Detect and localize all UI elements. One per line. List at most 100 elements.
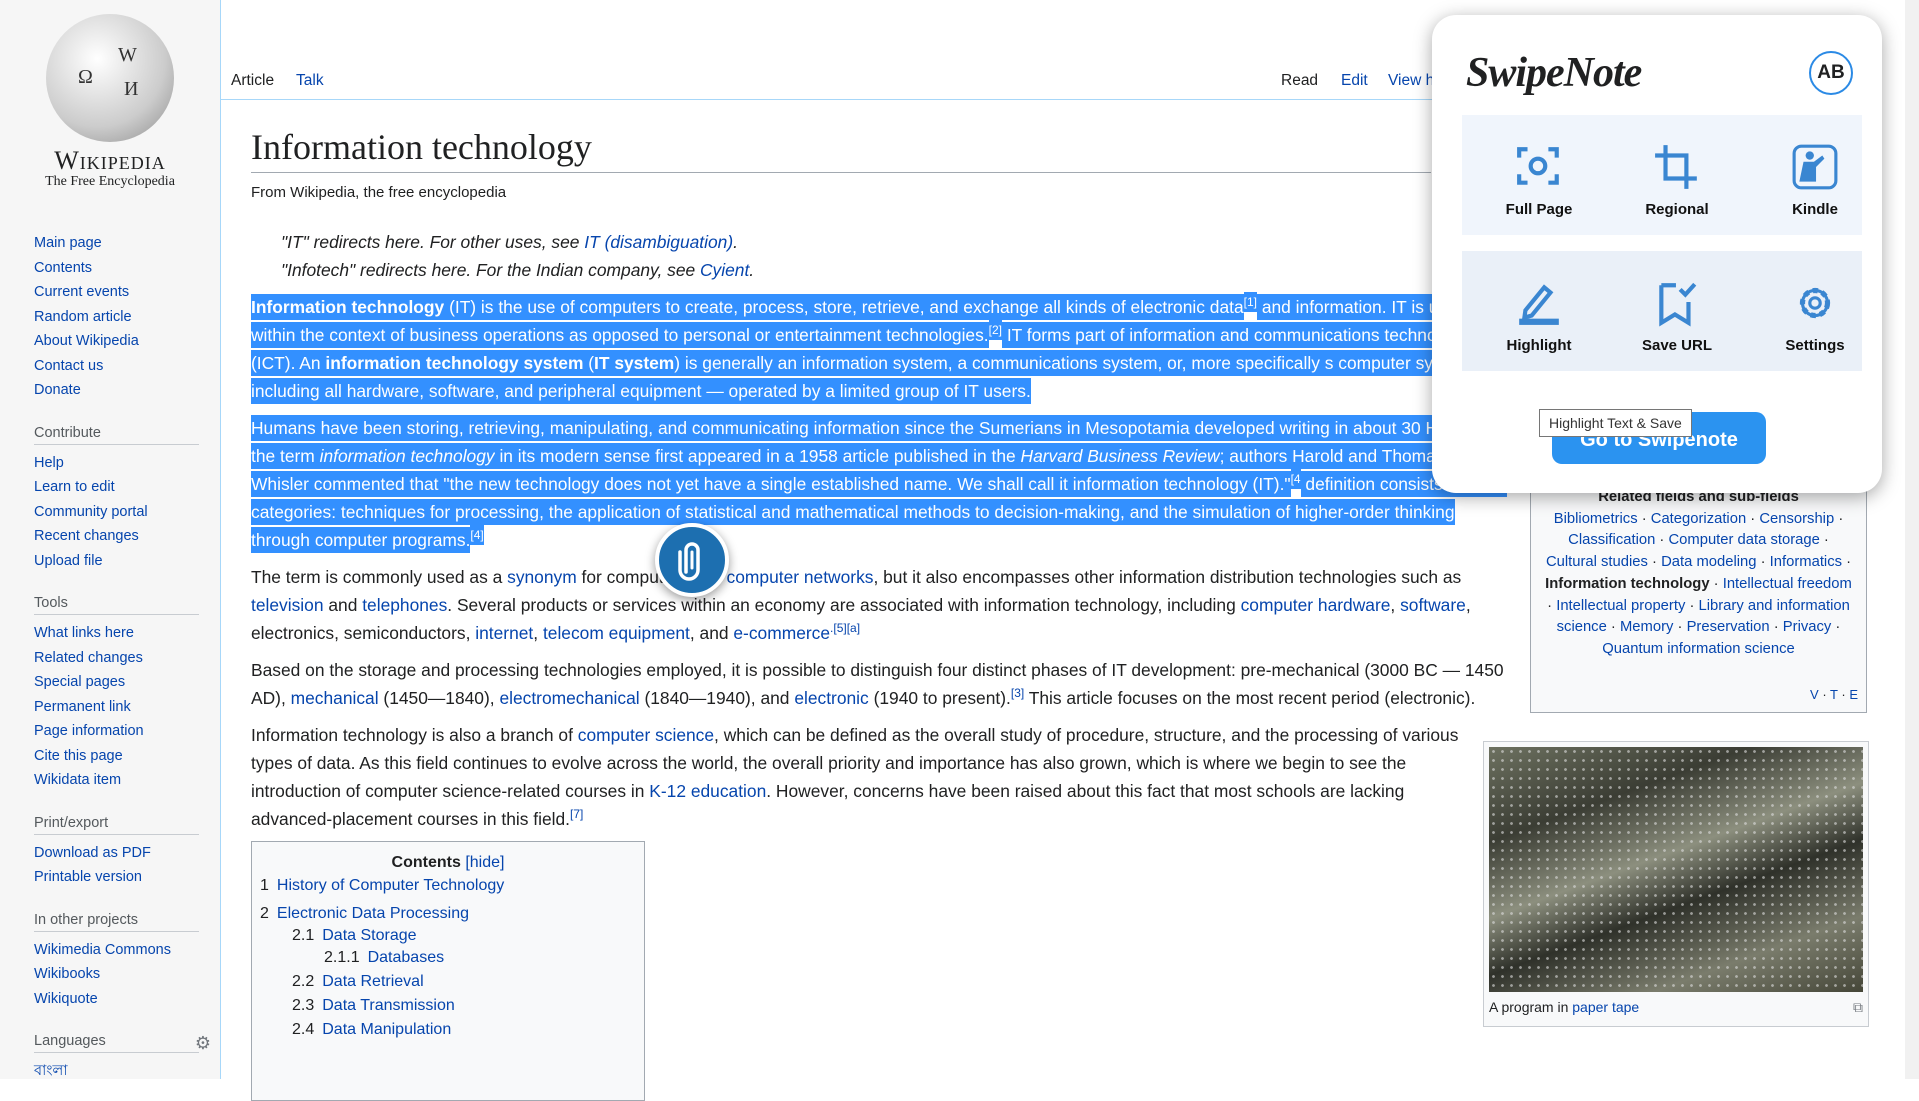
sidebar-link[interactable]: Donate [34, 378, 199, 403]
navbox-link[interactable]: Classification [1568, 532, 1655, 548]
tab-view-history[interactable]: View h [1388, 72, 1434, 90]
talk-link[interactable]: T [1830, 687, 1838, 702]
toc-link[interactable]: Data Transmission [322, 997, 455, 1014]
sidebar-link[interactable]: Related changes [34, 646, 199, 671]
navbox-link[interactable]: Privacy [1783, 619, 1832, 635]
sidebar-link[interactable]: Main page [34, 231, 199, 256]
tab-read[interactable]: Read [1281, 72, 1318, 90]
navbox-link[interactable]: Data modeling [1661, 554, 1756, 570]
citation-link[interactable]: [2] [988, 320, 1002, 341]
sidebar-link[interactable]: Printable version [34, 865, 199, 890]
toc-item[interactable]: 2.2 Data Retrieval [292, 968, 424, 995]
sidebar-link[interactable]: Wikimedia Commons [34, 938, 199, 963]
article-link[interactable]: mechanical [291, 688, 379, 708]
tool-regional-button[interactable]: Regional [1612, 143, 1742, 218]
navbox-link[interactable]: Computer data storage [1668, 532, 1819, 548]
tool-save-url-button[interactable]: Save URL [1612, 279, 1742, 354]
navbox-link[interactable]: Preservation [1687, 619, 1770, 635]
citation-link[interactable]: [4] [470, 525, 484, 546]
sidebar-link[interactable]: Special pages [34, 670, 199, 695]
article-link[interactable]: computer networks [727, 567, 874, 587]
tool-settings-button[interactable]: Settings [1750, 279, 1880, 354]
language-settings-gear-icon[interactable]: ⚙ [195, 1031, 211, 1055]
toc-item[interactable]: 1 History of Computer Technology [260, 872, 504, 899]
sidebar-link[interactable]: Contents [34, 256, 199, 281]
toc-hide-toggle[interactable]: [hide] [465, 854, 504, 871]
sidebar-link[interactable]: Wikiquote [34, 987, 199, 1012]
article-link[interactable]: e-commerce [733, 623, 830, 643]
sidebar-link[interactable]: Contact us [34, 354, 199, 379]
sidebar-link[interactable]: Current events [34, 280, 199, 305]
sidebar-link[interactable]: Permanent link [34, 695, 199, 720]
paper-tape-link[interactable]: paper tape [1572, 999, 1639, 1015]
tool-kindle-button[interactable]: Kindle [1750, 143, 1880, 218]
sidebar-link[interactable]: What links here [34, 621, 199, 646]
sidebar-link[interactable]: Random article [34, 305, 199, 330]
sidebar-link[interactable]: Help [34, 451, 199, 476]
article-link[interactable]: telecom equipment [543, 623, 690, 643]
text-run: ( [583, 350, 595, 376]
toc-item[interactable]: 2.3 Data Transmission [292, 992, 455, 1019]
enlarge-icon[interactable]: ⧉ [1853, 999, 1863, 1016]
wikipedia-logo[interactable]: ΩWИ Wikipedia The Free Encyclopedia [30, 14, 190, 190]
toc-link[interactable]: History of Computer Technology [277, 877, 504, 894]
navbox-link[interactable]: Memory [1620, 619, 1673, 635]
navbox-link[interactable]: Intellectual freedom [1723, 576, 1852, 592]
tool-full-page-button[interactable]: Full Page [1474, 143, 1604, 218]
sidebar-link[interactable]: বাংলা [34, 1059, 199, 1084]
scrollbar[interactable] [1905, 0, 1919, 1079]
navbox-link[interactable]: Bibliometrics [1554, 511, 1638, 527]
toc-item[interactable]: 2.4 Data Manipulation [292, 1016, 451, 1043]
tab-article[interactable]: Article [231, 72, 274, 90]
article-link[interactable]: IT (disambiguation) [584, 232, 733, 252]
sidebar-link[interactable]: Wikidata item [34, 768, 199, 793]
sidebar-link[interactable]: Cite this page [34, 744, 199, 769]
article-link[interactable]: television [251, 595, 324, 615]
article-link[interactable]: synonym [507, 567, 577, 587]
navbox-link[interactable]: Informatics [1770, 554, 1842, 570]
swipenote-floating-button[interactable] [655, 523, 729, 597]
citation-link[interactable]: [4 [1290, 469, 1301, 490]
toc-link[interactable]: Data Manipulation [322, 1021, 451, 1038]
tool-highlight-button[interactable]: Highlight [1474, 279, 1604, 354]
article-link[interactable]: K-12 education [649, 781, 766, 801]
edit-link[interactable]: E [1849, 687, 1858, 702]
citation-link[interactable]: .[5][a] [830, 621, 860, 635]
article-link[interactable]: electromechanical [499, 688, 639, 708]
sidebar-link[interactable]: Community portal [34, 500, 199, 525]
tab-talk[interactable]: Talk [296, 72, 324, 90]
navbox-link[interactable]: Quantum information science [1602, 641, 1794, 657]
sidebar-link[interactable]: Upload file [34, 549, 199, 574]
avatar[interactable]: AB [1809, 51, 1853, 95]
toc-link[interactable]: Data Retrieval [322, 973, 423, 990]
sidebar: ΩWИ Wikipedia The Free Encyclopedia Main… [0, 0, 221, 1079]
article-link[interactable]: electronic [794, 688, 868, 708]
citation-link[interactable]: [1] [1243, 292, 1257, 313]
citation-link[interactable]: [7] [570, 807, 583, 821]
tab-edit[interactable]: Edit [1341, 72, 1368, 90]
article-link[interactable]: computer hardware [1241, 595, 1391, 615]
article-link[interactable]: telephones [362, 595, 447, 615]
sidebar-link[interactable]: Download as PDF [34, 841, 199, 866]
navbox-link[interactable]: Censorship [1759, 511, 1834, 527]
paper-tape-image[interactable] [1489, 747, 1863, 992]
sidebar-link[interactable]: About Wikipedia [34, 329, 199, 354]
sidebar-link[interactable]: Learn to edit [34, 475, 199, 500]
navbox-link[interactable]: Intellectual property [1556, 598, 1685, 614]
article-link[interactable]: internet [475, 623, 533, 643]
navbox-link[interactable]: Categorization [1651, 511, 1746, 527]
toc-link[interactable]: Databases [368, 949, 445, 966]
view-link[interactable]: V [1810, 687, 1819, 702]
navbox-link[interactable]: Cultural studies [1546, 554, 1648, 570]
sidebar-link[interactable]: Wikibooks [34, 962, 199, 987]
sidebar-link[interactable]: Page information [34, 719, 199, 744]
toc-link[interactable]: Data Storage [322, 927, 416, 944]
article-link[interactable]: Cyient [700, 260, 749, 280]
article-link[interactable]: software [1400, 595, 1466, 615]
sidebar-link[interactable]: Recent changes [34, 524, 199, 549]
toc-link[interactable]: Electronic Data Processing [277, 905, 469, 922]
citation-link[interactable]: [3] [1011, 686, 1024, 700]
article-link[interactable]: computer science [578, 725, 714, 745]
wordmark: Wikipedia [54, 146, 166, 175]
toc-item[interactable]: 2.1.1 Databases [324, 944, 444, 971]
